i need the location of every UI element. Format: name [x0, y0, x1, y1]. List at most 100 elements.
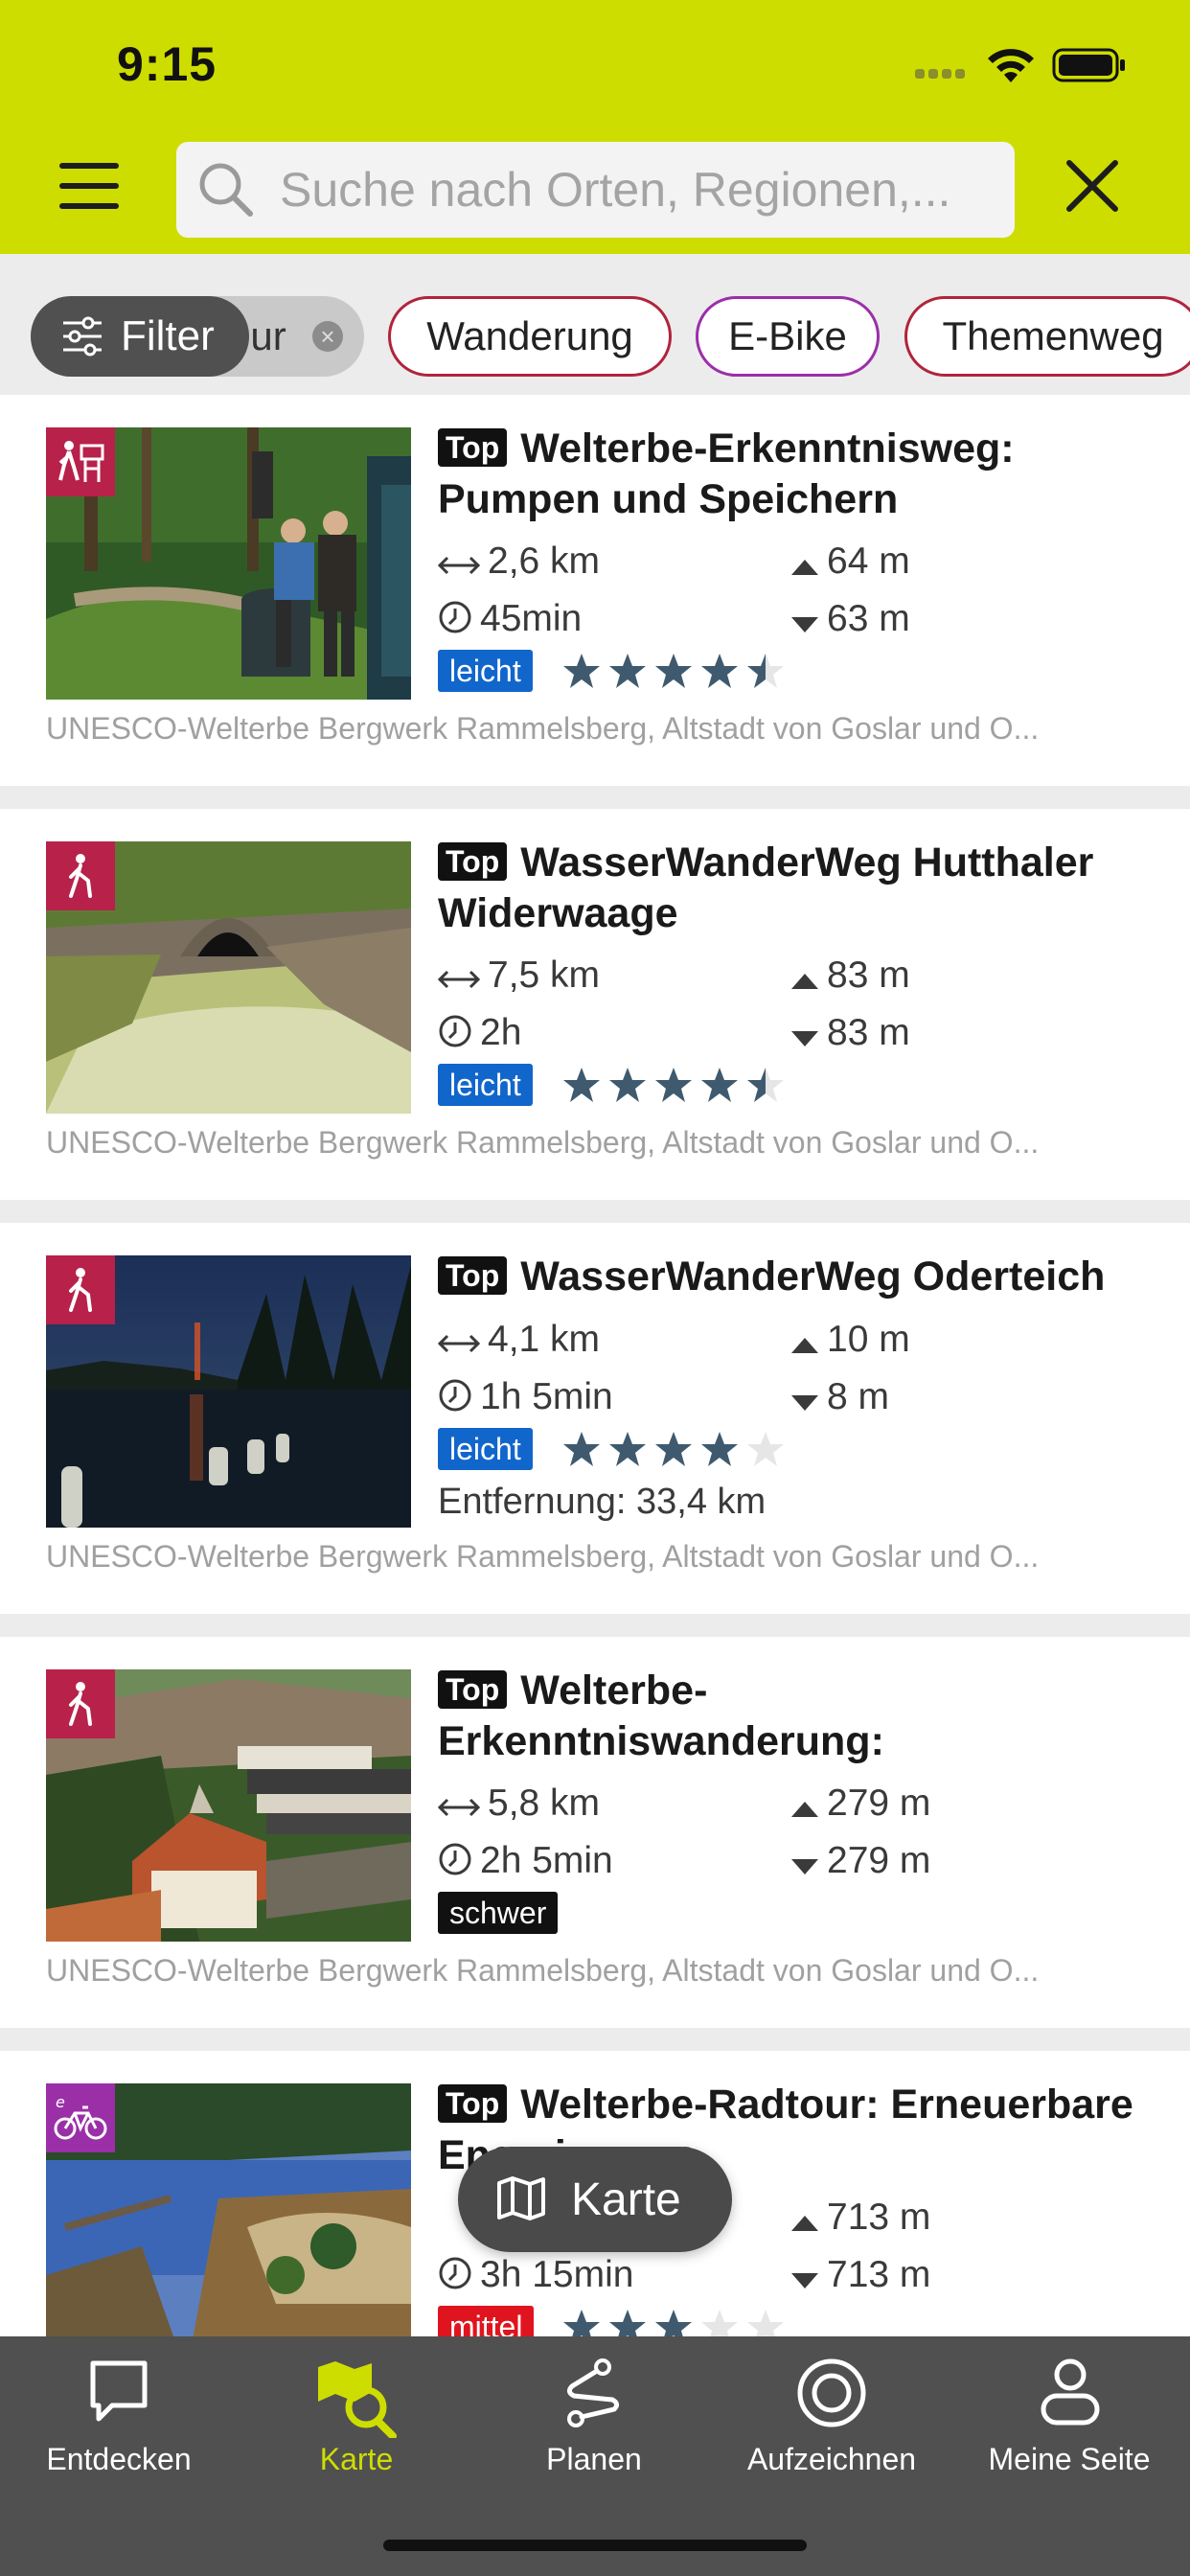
- tour-title: Top Welterbe-Erkenntnisweg: Pumpen und Sp…: [438, 424, 1147, 525]
- descent-icon: [791, 617, 818, 632]
- tour-photo: [46, 1255, 411, 1528]
- hamburger-menu-icon[interactable]: [59, 161, 121, 211]
- tour-title: Top Welterbe-Erkenntniswanderung:: [438, 1666, 1147, 1767]
- ascent-stat: 64 m: [790, 540, 910, 583]
- wifi-icon: [988, 49, 1034, 82]
- filter-chip-bar[interactable]: our × Filter Wanderung E-Bike Themenweg: [0, 254, 1190, 395]
- ascent-stat: 83 m: [790, 954, 910, 997]
- sliders-icon: [63, 316, 102, 356]
- distance-icon: [437, 556, 481, 575]
- map-search-icon: [318, 2361, 397, 2438]
- ascent-value: 10 m: [827, 1319, 910, 1360]
- duration-stat: 2h: [438, 1012, 521, 1054]
- nav-planen[interactable]: Planen: [475, 2336, 713, 2480]
- home-indicator[interactable]: [383, 2540, 807, 2551]
- star-icon: [701, 1068, 738, 1102]
- rating-stars: [561, 1430, 791, 1473]
- chip-ebike[interactable]: E-Bike: [696, 296, 880, 377]
- star-icon: [609, 1432, 646, 1466]
- tour-photo: [46, 1669, 411, 1942]
- descent-stat: 8 m: [790, 1376, 889, 1418]
- descent-icon: [791, 2273, 818, 2288]
- nav-label: Karte: [319, 2442, 394, 2476]
- clock-icon: [439, 1379, 471, 1412]
- clock-icon: [439, 601, 471, 633]
- distance-value: 2,6 km: [488, 540, 601, 582]
- distance-stat: 2,6 km: [437, 540, 601, 583]
- chip-wanderung[interactable]: Wanderung: [388, 296, 672, 377]
- star-icon: [563, 654, 600, 688]
- top-badge: Top: [438, 2084, 508, 2123]
- distance-icon: [437, 1334, 481, 1353]
- chip-themenweg[interactable]: Themenweg: [904, 296, 1190, 377]
- descent-icon: [791, 1859, 818, 1874]
- star-icon: [655, 1432, 692, 1466]
- descent-stat: 83 m: [790, 1012, 910, 1054]
- rating-stars: [561, 1066, 791, 1109]
- distance-stat: 4,1 km: [437, 1319, 601, 1361]
- status-time: 9:15: [117, 37, 217, 91]
- ascent-value: 64 m: [827, 540, 910, 582]
- nav-entdecken[interactable]: Entdecken: [0, 2336, 238, 2480]
- tour-card[interactable]: Top WasserWanderWeg Hutthaler Widerwaage …: [0, 809, 1190, 1200]
- search-input[interactable]: [278, 142, 987, 238]
- duration-value: 2h: [480, 1012, 522, 1053]
- tour-card[interactable]: Top Welterbe-Erkenntnisweg: Pumpen und Sp…: [0, 395, 1190, 786]
- ascent-icon: [791, 1802, 818, 1817]
- svg-text:e: e: [56, 2094, 65, 2111]
- difficulty-badge: schwer: [438, 1892, 559, 1934]
- tour-photo: [46, 841, 411, 1114]
- star-icon: [609, 654, 646, 688]
- rating-stars: [561, 652, 791, 695]
- duration-value: 1h 5min: [480, 1376, 613, 1417]
- tour-region: UNESCO-Welterbe Bergwerk Rammelsberg, Al…: [46, 711, 1040, 746]
- nav-meine-seite[interactable]: Meine Seite: [950, 2336, 1190, 2480]
- duration-value: 45min: [480, 598, 583, 639]
- filter-button[interactable]: Filter: [31, 296, 249, 377]
- nav-aufzeichnen[interactable]: Aufzeichnen: [713, 2336, 950, 2480]
- distance-away: Entfernung: 33,4 km: [438, 1482, 767, 1522]
- close-icon[interactable]: [1065, 159, 1119, 213]
- filter-button-label: Filter: [121, 312, 215, 359]
- map-icon: [497, 2176, 545, 2220]
- star-icon: [563, 1068, 600, 1102]
- record-icon: [797, 2358, 866, 2427]
- tour-card[interactable]: Top WasserWanderWeg Oderteich 4,1 km 10 m…: [0, 1223, 1190, 1614]
- descent-value: 63 m: [827, 598, 910, 639]
- duration-stat: 3h 15min: [438, 2254, 633, 2296]
- star-icon: [655, 654, 692, 688]
- ascent-value: 713 m: [827, 2196, 931, 2238]
- hiking-icon: [46, 1255, 115, 1324]
- distance-value: 4,1 km: [488, 1319, 601, 1360]
- star-icon: [655, 1068, 692, 1102]
- star-icon: [609, 1068, 646, 1102]
- search-bar[interactable]: [176, 142, 1015, 238]
- distance-value: 5,8 km: [488, 1782, 601, 1824]
- show-map-button[interactable]: Karte: [458, 2147, 732, 2252]
- star-icon: [747, 654, 784, 688]
- map-button-label: Karte: [571, 2174, 681, 2225]
- duration-stat: 1h 5min: [438, 1376, 613, 1418]
- ascent-value: 83 m: [827, 954, 910, 996]
- difficulty-badge: leicht: [438, 1428, 533, 1470]
- descent-stat: 279 m: [790, 1840, 930, 1882]
- clock-icon: [439, 1015, 471, 1047]
- nav-label: Meine Seite: [988, 2442, 1151, 2476]
- descent-stat: 713 m: [790, 2254, 930, 2296]
- tour-photo: [46, 427, 411, 700]
- tour-card[interactable]: Top Welterbe-Erkenntniswanderung: 5,8 km …: [0, 1637, 1190, 2028]
- descent-value: 713 m: [827, 2254, 931, 2295]
- star-icon: [747, 1068, 784, 1102]
- distance-icon: [437, 970, 481, 989]
- duration-value: 3h 15min: [480, 2254, 634, 2295]
- duration-value: 2h 5min: [480, 1840, 613, 1881]
- ascent-stat: 10 m: [790, 1319, 910, 1361]
- ascent-icon: [791, 1338, 818, 1353]
- difficulty-badge: leicht: [438, 1064, 533, 1106]
- app-header: 9:15: [0, 0, 1190, 254]
- tour-region: UNESCO-Welterbe Bergwerk Rammelsberg, Al…: [46, 1539, 1040, 1574]
- route-plan-icon: [566, 2358, 620, 2427]
- nav-label: Entdecken: [46, 2442, 192, 2476]
- nav-karte[interactable]: Karte: [238, 2336, 475, 2480]
- chip-remove-icon[interactable]: ×: [312, 321, 343, 352]
